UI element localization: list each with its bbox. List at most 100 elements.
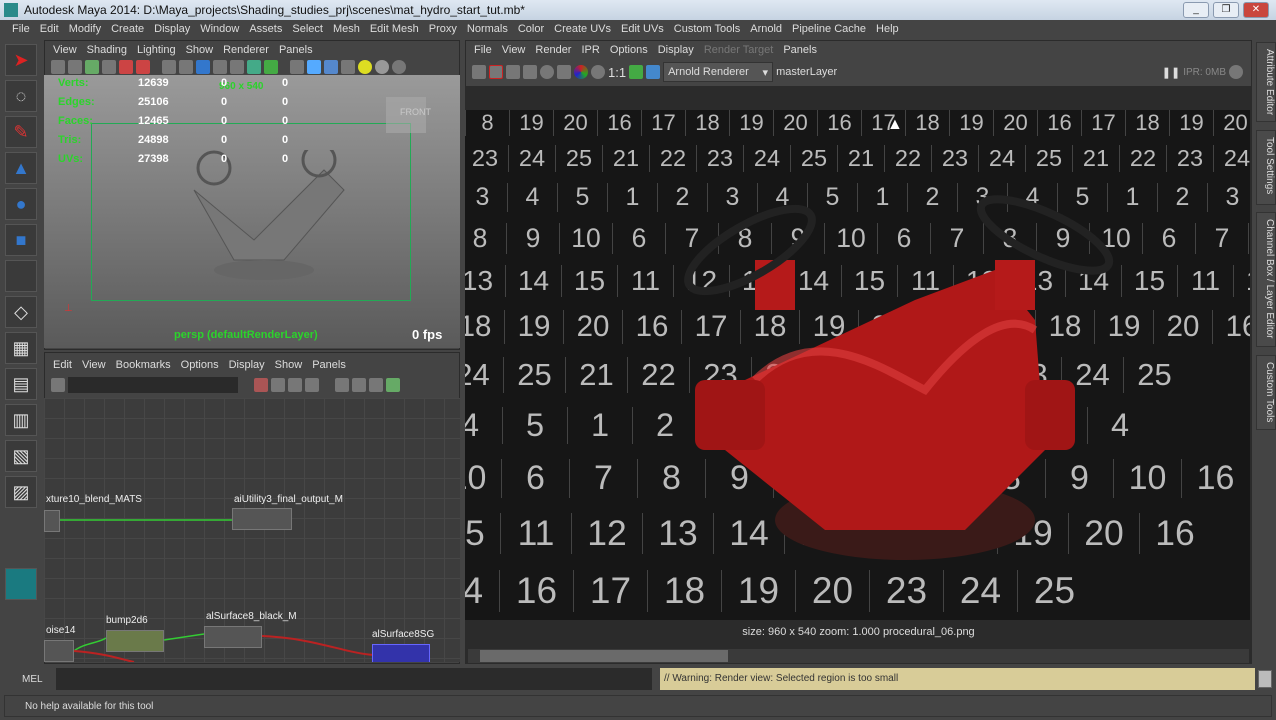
render-menu-display[interactable]: Display <box>654 41 700 58</box>
node-menu-bookmarks[interactable]: Bookmarks <box>112 356 177 373</box>
rotate-tool-icon[interactable]: ● <box>5 188 37 220</box>
lights-icon[interactable] <box>230 60 244 74</box>
scrollbar-thumb[interactable] <box>480 650 728 662</box>
select-tool-icon[interactable]: ➤ <box>5 44 37 76</box>
menu-file[interactable]: File <box>8 20 36 39</box>
command-language-label[interactable]: MEL <box>22 674 43 685</box>
wireframe-icon[interactable] <box>162 60 176 74</box>
checker-icon[interactable] <box>341 60 355 74</box>
render-menu-view[interactable]: View <box>498 41 532 58</box>
add-selected-icon[interactable] <box>335 378 349 392</box>
tab-tool-settings[interactable]: Tool Settings <box>1256 130 1276 205</box>
node-menu-options[interactable]: Options <box>177 356 225 373</box>
noise-node[interactable] <box>44 640 74 662</box>
grid-icon[interactable] <box>119 60 133 74</box>
menu-normals[interactable]: Normals <box>463 20 514 39</box>
view-cube[interactable]: FRONT <box>386 97 431 133</box>
aiutility-node[interactable] <box>232 508 292 530</box>
camera-attr-icon[interactable] <box>68 60 82 74</box>
output-connections-icon[interactable] <box>305 378 319 392</box>
ipr-render-icon[interactable] <box>523 65 537 79</box>
layout-graph-icon[interactable]: ▥ <box>5 404 37 436</box>
script-editor-icon[interactable] <box>1258 670 1272 688</box>
layout-four-icon[interactable]: ▦ <box>5 332 37 364</box>
shaded-icon[interactable] <box>196 60 210 74</box>
render-menu-options[interactable]: Options <box>606 41 654 58</box>
film-gate-icon[interactable] <box>136 60 150 74</box>
text-icon[interactable] <box>264 60 278 74</box>
maya-home-icon[interactable] <box>5 568 37 600</box>
viewport-menu-panels[interactable]: Panels <box>275 41 319 58</box>
perspective-viewport[interactable]: FRONT 960 x 540 Verts: 12639 0 0 Edges: 25106… <box>44 75 460 348</box>
node-menu-display[interactable]: Display <box>225 356 271 373</box>
node-search-input[interactable] <box>68 377 238 393</box>
viewport-menu-show[interactable]: Show <box>182 41 220 58</box>
viewport-menu-view[interactable]: View <box>49 41 83 58</box>
snapshot-icon[interactable] <box>506 65 520 79</box>
tab-custom-tools[interactable]: Custom Tools <box>1256 355 1276 430</box>
ao-icon[interactable] <box>375 60 389 74</box>
isolate-icon[interactable] <box>307 60 321 74</box>
shadows-icon[interactable] <box>247 60 261 74</box>
remove-selected-icon[interactable] <box>352 378 366 392</box>
menu-display[interactable]: Display <box>150 20 196 39</box>
both-connections-icon[interactable] <box>288 378 302 392</box>
bump-node[interactable] <box>106 630 164 652</box>
aa-icon[interactable] <box>392 60 406 74</box>
menu-mesh[interactable]: Mesh <box>329 20 366 39</box>
command-input[interactable] <box>56 668 652 690</box>
alpha-channel-icon[interactable] <box>591 65 605 79</box>
menu-window[interactable]: Window <box>196 20 245 39</box>
remove-image-icon[interactable] <box>646 65 661 79</box>
rgb-channels-icon[interactable] <box>574 65 588 79</box>
last-tool-icon[interactable] <box>5 260 37 292</box>
viewport-menu-renderer[interactable]: Renderer <box>219 41 275 58</box>
menu-proxy[interactable]: Proxy <box>425 20 463 39</box>
pin-icon[interactable] <box>386 378 400 392</box>
render-menu-ipr[interactable]: IPR <box>577 41 605 58</box>
tab-attribute-editor[interactable]: Attribute Editor <box>1256 42 1276 122</box>
xray-icon[interactable] <box>290 60 304 74</box>
node-menu-show[interactable]: Show <box>271 356 309 373</box>
node-menu-edit[interactable]: Edit <box>49 356 78 373</box>
node-type-icon[interactable] <box>51 378 65 392</box>
layout-icon[interactable] <box>369 378 383 392</box>
menu-color[interactable]: Color <box>514 20 550 39</box>
smooth-shade-icon[interactable] <box>179 60 193 74</box>
node-graph[interactable]: xture10_blend_MATS aiUtility3_final_outp… <box>44 398 460 662</box>
blend-node[interactable] <box>44 510 60 532</box>
close-button[interactable]: ✕ <box>1243 2 1269 18</box>
textured-icon[interactable] <box>213 60 227 74</box>
render-menu-render-target[interactable]: Render Target <box>700 41 780 58</box>
layout-custom-icon[interactable]: ▨ <box>5 476 37 508</box>
menu-assets[interactable]: Assets <box>245 20 288 39</box>
viewport-menu-shading[interactable]: Shading <box>83 41 133 58</box>
render-region-icon[interactable] <box>489 65 503 79</box>
shading-group-node[interactable] <box>372 644 430 662</box>
render-layer-label[interactable]: masterLayer <box>776 66 837 78</box>
menu-pipeline-cache[interactable]: Pipeline Cache <box>788 20 872 39</box>
menu-custom-tools[interactable]: Custom Tools <box>670 20 746 39</box>
viewport-menu-lighting[interactable]: Lighting <box>133 41 182 58</box>
clear-graph-icon[interactable] <box>254 378 268 392</box>
pause-icon[interactable]: ❚❚ <box>1162 66 1180 79</box>
layout-single-icon[interactable]: ◇ <box>5 296 37 328</box>
menu-select[interactable]: Select <box>288 20 329 39</box>
bookmark-icon[interactable] <box>85 60 99 74</box>
node-menu-panels[interactable]: Panels <box>308 356 352 373</box>
lasso-tool-icon[interactable]: ◌ <box>5 80 37 112</box>
alsurface-node[interactable] <box>204 626 262 648</box>
tab-channel-box[interactable]: Channel Box / Layer Editor <box>1256 212 1276 347</box>
node-menu-view[interactable]: View <box>78 356 112 373</box>
layout-outliner-icon[interactable]: ▤ <box>5 368 37 400</box>
menu-modify[interactable]: Modify <box>65 20 107 39</box>
image-plane-icon[interactable] <box>102 60 116 74</box>
keep-image-icon[interactable] <box>629 65 644 79</box>
rendered-image[interactable]: 8192016171819201617181920161718192016232… <box>465 110 1250 620</box>
xray-joints-icon[interactable] <box>324 60 338 74</box>
camera-icon[interactable] <box>51 60 65 74</box>
minimize-button[interactable]: _ <box>1183 2 1209 18</box>
menu-edit-mesh[interactable]: Edit Mesh <box>366 20 425 39</box>
layout-persp-icon[interactable]: ▧ <box>5 440 37 472</box>
render-menu-render[interactable]: Render <box>531 41 577 58</box>
